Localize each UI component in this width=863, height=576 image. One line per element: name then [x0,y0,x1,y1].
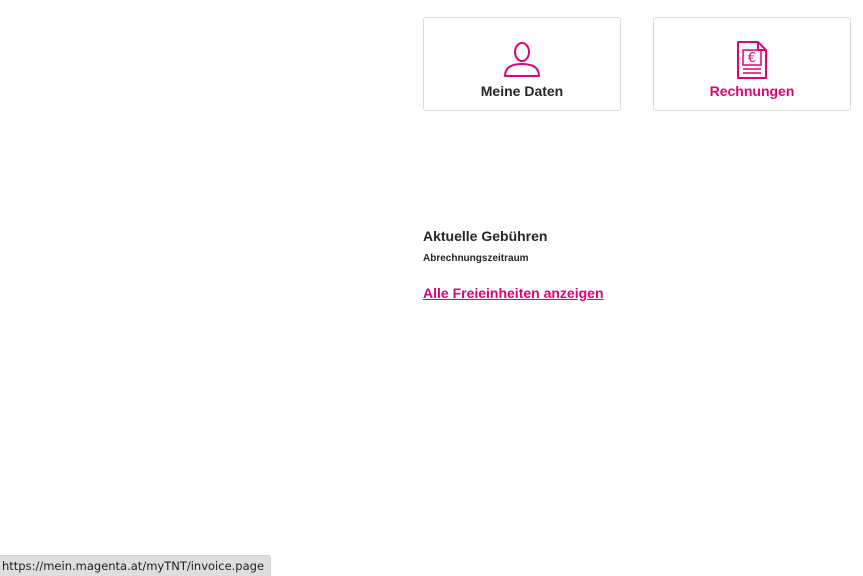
current-charges-section: Aktuelle Gebühren Abrechnungszeitraum Al… [423,227,604,303]
invoice-euro-icon: € [732,40,772,80]
user-icon [502,40,542,80]
show-all-free-units-link[interactable]: Alle Freieinheiten anzeigen [423,285,604,301]
rechnungen-label: Rechnungen [709,83,795,99]
page: Meine Daten € Rechnungen Aktuelle Gebühr… [0,0,863,576]
meine-daten-label: Meine Daten [480,83,564,99]
billing-period-label: Abrechnungszeitraum [423,253,529,264]
status-bar-url: https://mein.magenta.at/myTNT/invoice.pa… [0,555,272,576]
svg-text:€: € [748,51,756,66]
rechnungen-card[interactable]: € Rechnungen [653,17,851,111]
meine-daten-card[interactable]: Meine Daten [423,17,621,111]
current-charges-title: Aktuelle Gebühren [423,228,548,244]
